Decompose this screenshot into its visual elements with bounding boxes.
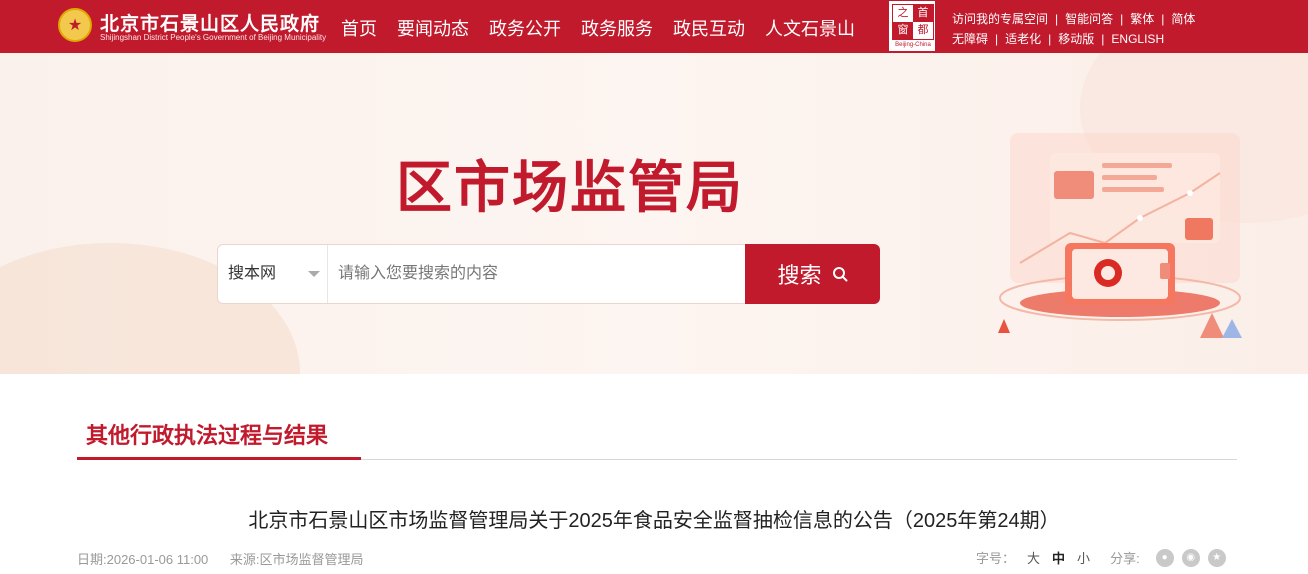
market-supervision-illustration bbox=[998, 133, 1242, 338]
font-size-medium-button[interactable]: 中 bbox=[1052, 548, 1065, 567]
nav-item-home[interactable]: 首页 bbox=[341, 15, 377, 41]
site-name-english: Shijingshan District People's Government… bbox=[100, 33, 327, 42]
article-meta: 日期:2026-01-06 11:00 来源:区市场监督管理局 bbox=[77, 549, 382, 568]
main-nav: 首页 要闻动态 政务公开 政务服务 政民互动 人文石景山 bbox=[341, 15, 875, 41]
utility-links: 访问我的专属空间 | 智能问答 | 繁体 | 简体 无障碍 | 适老化 | 移动版 | EN… bbox=[952, 9, 1195, 49]
top-header: ★ 北京市石景山区人民政府 Shijingshan District Peopl… bbox=[0, 0, 1308, 53]
national-emblem-icon[interactable]: ★ bbox=[58, 8, 92, 42]
font-size-label: 字号： bbox=[976, 551, 1016, 566]
article-title: 北京市石景山区市场监督管理局关于2025年食品安全监督抽检信息的公告（2025年… bbox=[248, 510, 1060, 532]
link-simplified[interactable]: 简体 bbox=[1171, 9, 1195, 29]
article-tools: 字号： 大 中 小 分享: ● ◉ ★ bbox=[976, 548, 1226, 567]
nav-item-services[interactable]: 政务服务 bbox=[581, 15, 653, 41]
search-icon bbox=[832, 267, 847, 282]
favorite-icon[interactable]: ★ bbox=[1207, 548, 1226, 567]
search-box: 搜本网 搜索 bbox=[217, 244, 880, 304]
section-title[interactable]: 其他行政执法过程与结果 bbox=[86, 418, 328, 450]
nav-item-culture[interactable]: 人文石景山 bbox=[765, 15, 855, 41]
search-input[interactable] bbox=[328, 245, 746, 303]
search-button-label: 搜索 bbox=[777, 263, 822, 288]
chevron-down-icon bbox=[308, 271, 320, 277]
wechat-icon[interactable]: ● bbox=[1155, 548, 1174, 567]
page-title: 区市场监管局 bbox=[396, 156, 744, 219]
nav-item-public-affairs[interactable]: 政务公开 bbox=[489, 15, 561, 41]
font-size-large-button[interactable]: 大 bbox=[1027, 548, 1040, 567]
site-name[interactable]: 北京市石景山区人民政府 bbox=[100, 9, 320, 36]
link-mobile[interactable]: 移动版 bbox=[1058, 29, 1094, 49]
nav-item-news[interactable]: 要闻动态 bbox=[397, 15, 469, 41]
link-elderly-mode[interactable]: 适老化 bbox=[1005, 29, 1041, 49]
capital-window-seal[interactable]: 之 首 窗 都 Beijing-China bbox=[889, 1, 935, 51]
link-english[interactable]: ENGLISH bbox=[1111, 29, 1164, 49]
link-accessibility[interactable]: 无障碍 bbox=[952, 29, 988, 49]
seal-characters: 之 首 窗 都 bbox=[892, 4, 934, 40]
banner: 区市场监管局 搜本网 搜索 bbox=[0, 53, 1308, 374]
section-title-underline bbox=[77, 457, 361, 460]
link-smart-qa[interactable]: 智能问答 bbox=[1065, 9, 1113, 29]
share-label: 分享: bbox=[1110, 551, 1140, 566]
link-traditional[interactable]: 繁体 bbox=[1130, 9, 1154, 29]
article-date: 日期:2026-01-06 11:00 bbox=[77, 552, 209, 567]
link-personal-space[interactable]: 访问我的专属空间 bbox=[952, 9, 1048, 29]
nav-item-interaction[interactable]: 政民互动 bbox=[673, 15, 745, 41]
search-scope-select[interactable]: 搜本网 bbox=[218, 245, 328, 303]
weibo-icon[interactable]: ◉ bbox=[1181, 548, 1200, 567]
font-size-small-button[interactable]: 小 bbox=[1077, 548, 1090, 567]
search-button[interactable]: 搜索 bbox=[745, 244, 880, 304]
search-scope-label: 搜本网 bbox=[228, 265, 277, 282]
seal-caption: Beijing-China bbox=[895, 42, 931, 48]
article-source: 来源:区市场监督管理局 bbox=[229, 552, 364, 567]
